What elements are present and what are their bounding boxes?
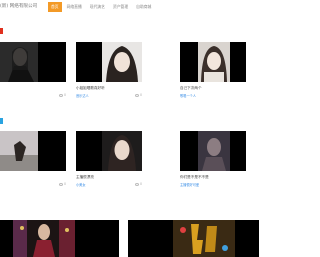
main-nav: 首页 网络直播 现代演艺 资产管理 自助商城 xyxy=(48,2,156,12)
card-title[interactable]: 你们是不是不不是 xyxy=(180,175,209,180)
featured-photo xyxy=(13,220,75,257)
company-name: (新) 网络有限公司 xyxy=(0,4,38,9)
eye-icon xyxy=(58,182,63,186)
featured-video[interactable] xyxy=(128,220,259,257)
eye-icon xyxy=(134,182,139,186)
thumbnail-photo xyxy=(102,131,142,171)
nav-item-home[interactable]: 首页 xyxy=(48,2,62,12)
nav-item-mall[interactable]: 自助商城 xyxy=(133,2,154,12)
featured-photo xyxy=(173,220,235,257)
featured-video[interactable] xyxy=(0,220,119,257)
video-thumbnail[interactable] xyxy=(180,131,246,171)
thumbnail-photo xyxy=(198,42,230,82)
card-author[interactable]: 主播很好可爱 xyxy=(180,182,199,187)
thumbnail-photo xyxy=(0,42,38,82)
video-thumbnail[interactable] xyxy=(76,42,142,82)
card-author[interactable]: 小美女 xyxy=(76,182,86,187)
eye-icon xyxy=(134,93,139,97)
view-count: 0 xyxy=(58,182,66,186)
video-thumbnail[interactable] xyxy=(0,42,66,82)
view-count: 0 xyxy=(58,93,66,97)
thumbnail-photo xyxy=(102,42,142,82)
section-marker xyxy=(0,118,3,124)
card-title[interactable]: 自己下次两个 xyxy=(180,86,202,91)
thumbnail-photo xyxy=(198,131,230,171)
video-thumbnail[interactable] xyxy=(76,131,142,171)
nav-item-assets[interactable]: 资产管理 xyxy=(110,2,131,12)
card-author[interactable]: 歌唱一个人 xyxy=(180,93,196,98)
view-count: 0 xyxy=(134,93,142,97)
thumbnail-photo xyxy=(0,131,38,171)
card-title[interactable]: 主播很漂亮 xyxy=(76,175,94,180)
video-thumbnail[interactable] xyxy=(0,131,66,171)
card-title[interactable]: 小姐姐唱歌真好听 xyxy=(76,86,105,91)
nav-item-live[interactable]: 网络直播 xyxy=(64,2,85,12)
video-thumbnail[interactable] xyxy=(180,42,246,82)
view-count: 0 xyxy=(134,182,142,186)
nav-item-performance[interactable]: 现代演艺 xyxy=(87,2,108,12)
top-header: (新) 网络有限公司 首页 网络直播 现代演艺 资产管理 自助商城 xyxy=(0,0,259,16)
card-author[interactable]: 音乐达人 xyxy=(76,93,89,98)
section-marker xyxy=(0,28,3,34)
eye-icon xyxy=(58,93,63,97)
